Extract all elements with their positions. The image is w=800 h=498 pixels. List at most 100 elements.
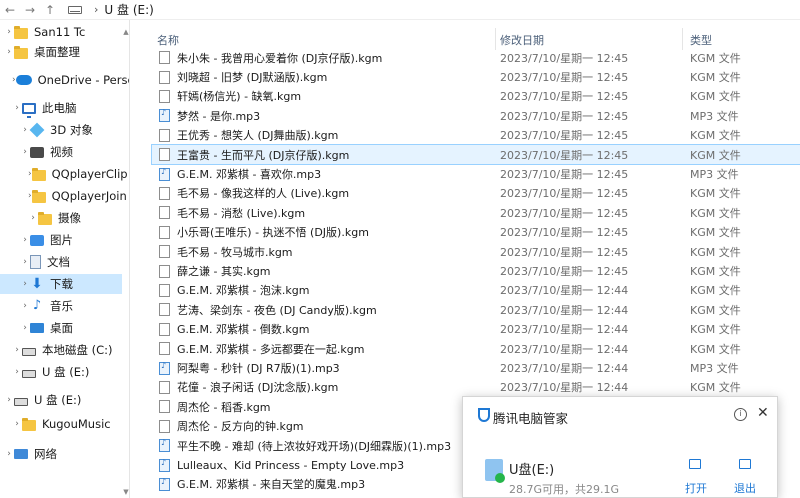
file-row[interactable]: 花僮 - 浪子闲话 (DJ沈念版).kgm 2023/7/10/星期一 12:44… — [152, 378, 800, 397]
file-icon — [159, 419, 170, 433]
nav-item[interactable]: › 视频 — [0, 142, 122, 162]
nav-item[interactable]: › OneDrive - Persc — [0, 70, 129, 90]
nav-item[interactable]: › 摄像 — [0, 208, 122, 228]
column-type[interactable]: 类型 — [690, 32, 712, 48]
chevron-right-icon[interactable]: › — [20, 125, 30, 135]
nav-item-label: 网络 — [34, 447, 57, 461]
file-row[interactable]: G.E.M. 邓紫棋 - 倒数.kgm 2023/7/10/星期一 12:44 KG… — [152, 320, 800, 339]
file-row[interactable]: G.E.M. 邓紫棋 - 泡沫.kgm 2023/7/10/星期一 12:44 KG… — [152, 281, 800, 300]
close-icon[interactable]: ✕ — [757, 405, 769, 421]
file-name: G.E.M. 邓紫棋 - 喜欢你.mp3 — [177, 168, 322, 182]
nav-item[interactable]: › U 盘 (E:) — [0, 362, 122, 382]
file-row[interactable]: 王优秀 - 想笑人 (DJ舞曲版).kgm 2023/7/10/星期一 12:45… — [152, 126, 800, 145]
file-row[interactable]: G.E.M. 邓紫棋 - 多远都要在一起.kgm 2023/7/10/星期一 12… — [152, 339, 800, 358]
file-date: 2023/7/10/星期一 12:45 — [500, 71, 629, 85]
file-date: 2023/7/10/星期一 12:44 — [500, 381, 629, 395]
chevron-right-icon[interactable]: › — [4, 27, 14, 37]
file-row[interactable]: 阿梨粤 - 秒针 (DJ R7版)(1).mp3 2023/7/10/星期一 12… — [152, 358, 800, 377]
file-row[interactable]: 毛不易 - 像我这样的人 (Live).kgm 2023/7/10/星期一 12:… — [152, 184, 800, 203]
nav-item[interactable]: › 桌面整理 — [0, 42, 122, 62]
up-arrow-icon[interactable]: ↑ — [40, 3, 60, 17]
file-row[interactable]: 梦然 - 是你.mp3 2023/7/10/星期一 12:45 MP3 文件 — [152, 106, 800, 125]
chevron-right-icon[interactable]: › — [20, 323, 30, 333]
nav-item[interactable]: › ⬇ 下载 — [0, 274, 122, 294]
nav-item[interactable]: › 桌面 — [0, 318, 122, 338]
chevron-right-icon[interactable]: › — [4, 47, 14, 57]
nav-item[interactable]: › 网络 — [0, 444, 122, 464]
nav-item-label: 文档 — [47, 255, 70, 269]
chevron-right-icon[interactable]: › — [20, 147, 30, 157]
chevron-right-icon[interactable]: › — [4, 395, 14, 405]
file-icon — [159, 400, 170, 414]
file-name: Lulleaux、Kid Princess - Empty Love.mp3 — [177, 459, 405, 473]
file-date: 2023/7/10/星期一 12:45 — [500, 51, 629, 65]
nav-item-label: KugouMusic — [42, 417, 111, 431]
open-folder-icon[interactable] — [689, 459, 701, 469]
file-date: 2023/7/10/星期一 12:45 — [500, 265, 629, 279]
file-type: KGM 文件 — [690, 303, 741, 317]
chevron-right-icon[interactable]: › — [28, 213, 38, 223]
nav-item[interactable]: › San11 Tc — [0, 22, 122, 42]
file-row[interactable]: 王富贵 - 生而平凡 (DJ京仔版).kgm 2023/7/10/星期一 12:4… — [151, 143, 800, 166]
file-name: 毛不易 - 消愁 (Live).kgm — [177, 206, 306, 220]
usb-drive-icon — [485, 459, 505, 483]
chevron-right-icon[interactable]: › — [20, 301, 30, 311]
chevron-right-icon[interactable]: › — [12, 367, 22, 377]
file-type: KGM 文件 — [690, 381, 741, 395]
eject-button[interactable]: 退出 — [734, 480, 756, 496]
drive-icon — [22, 347, 36, 356]
column-date[interactable]: 修改日期 — [500, 32, 544, 48]
chevron-right-icon[interactable]: › — [20, 279, 30, 289]
nav-item[interactable]: › ♪ 音乐 — [0, 296, 122, 316]
file-type: KGM 文件 — [690, 226, 741, 240]
file-row[interactable]: 轩嫣(杨信光) - 缺氧.kgm 2023/7/10/星期一 12:45 KGM 文… — [152, 87, 800, 106]
chevron-right-icon[interactable]: › — [12, 103, 22, 113]
file-date: 2023/7/10/星期一 12:44 — [500, 284, 629, 298]
nav-item[interactable]: › 本地磁盘 (C:) — [0, 340, 122, 360]
drive-icon — [68, 5, 82, 14]
documents-icon — [30, 255, 41, 269]
breadcrumb[interactable]: U 盘 (E:) — [104, 1, 153, 18]
nav-item[interactable]: › U 盘 (E:) — [0, 390, 122, 410]
file-name: 王优秀 - 想笑人 (DJ舞曲版).kgm — [177, 129, 339, 143]
info-icon[interactable]: i — [734, 408, 747, 421]
column-name[interactable]: 名称 — [157, 32, 179, 48]
file-date: 2023/7/10/星期一 12:45 — [500, 109, 629, 123]
nav-item-label: 本地磁盘 (C:) — [42, 343, 113, 357]
address-bar[interactable]: ← → ↑ › U 盘 (E:) — [0, 0, 800, 20]
file-row[interactable]: 薛之谦 - 其实.kgm 2023/7/10/星期一 12:45 KGM 文件 — [152, 261, 800, 280]
nav-item[interactable]: › QQplayerClip — [0, 164, 128, 184]
nav-item[interactable]: › QQplayerJoin — [0, 186, 127, 206]
chevron-right-icon[interactable]: › — [4, 449, 14, 459]
back-arrow-icon[interactable]: ← — [0, 3, 20, 17]
file-row[interactable]: 刘晓超 - 旧梦 (DJ默涵版).kgm 2023/7/10/星期一 12:45 K… — [152, 67, 800, 86]
file-name: 阿梨粤 - 秒针 (DJ R7版)(1).mp3 — [177, 362, 340, 376]
file-row[interactable]: 艺涛、梁剑东 - 夜色 (DJ Candy版).kgm 2023/7/10/星期一… — [152, 300, 800, 319]
nav-item[interactable]: › KugouMusic — [0, 414, 122, 434]
open-button[interactable]: 打开 — [685, 480, 707, 496]
forward-arrow-icon[interactable]: → — [20, 3, 40, 17]
file-icon — [159, 70, 170, 84]
chevron-right-icon[interactable]: › — [20, 257, 30, 267]
file-date: 2023/7/10/星期一 12:44 — [500, 342, 629, 356]
file-row[interactable]: 朱小朱 - 我曾用心爱着你 (DJ京仔版).kgm 2023/7/10/星期一 1… — [152, 48, 800, 67]
eject-icon[interactable] — [739, 459, 751, 469]
chevron-right-icon[interactable]: › — [12, 345, 22, 355]
file-type: KGM 文件 — [690, 148, 741, 162]
nav-scrollbar[interactable]: ▲ ▼ — [122, 28, 130, 498]
chevron-right-icon[interactable]: › — [20, 235, 30, 245]
file-type: MP3 文件 — [690, 109, 739, 123]
file-row[interactable]: 毛不易 - 牧马城市.kgm 2023/7/10/星期一 12:45 KGM 文件 — [152, 242, 800, 261]
file-row[interactable]: G.E.M. 邓紫棋 - 喜欢你.mp3 2023/7/10/星期一 12:45 M… — [152, 164, 800, 183]
file-name: G.E.M. 邓紫棋 - 倒数.kgm — [177, 323, 310, 337]
chevron-right-icon[interactable]: › — [12, 419, 22, 429]
nav-item[interactable]: › 3D 对象 — [0, 120, 122, 140]
file-row[interactable]: 小乐哥(王唯乐) - 执迷不悟 (DJ版).kgm 2023/7/10/星期一 1… — [152, 223, 800, 242]
nav-item-label: QQplayerClip — [51, 167, 128, 181]
scroll-down-icon[interactable]: ▼ — [122, 488, 130, 496]
nav-item[interactable]: › 图片 — [0, 230, 122, 250]
nav-item[interactable]: › 此电脑 — [0, 98, 122, 118]
nav-item[interactable]: › 文档 — [0, 252, 122, 272]
scroll-up-icon[interactable]: ▲ — [122, 28, 130, 36]
file-row[interactable]: 毛不易 - 消愁 (Live).kgm 2023/7/10/星期一 12:45 KG… — [152, 203, 800, 222]
